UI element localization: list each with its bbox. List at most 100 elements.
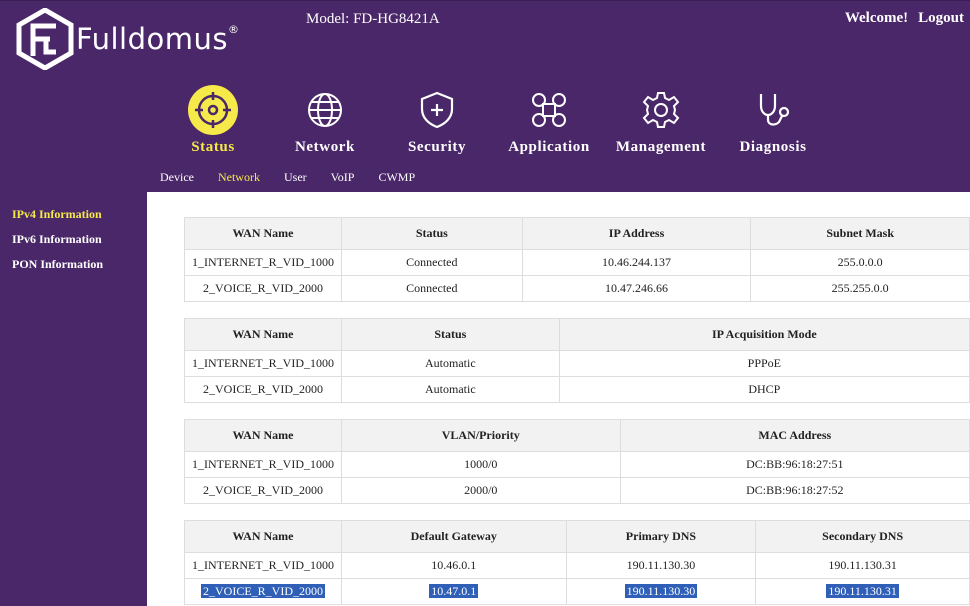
nav-label: Status xyxy=(191,139,235,155)
column-header: IP Address xyxy=(521,217,752,250)
table-row: 2_VOICE_R_VID_2000 Automatic DHCP xyxy=(184,376,970,403)
column-header: WAN Name xyxy=(184,217,342,250)
table-row: 2_VOICE_R_VID_2000 Connected 10.47.246.6… xyxy=(184,275,970,302)
table-row: 2_VOICE_R_VID_2000 2000/0 DC:BB:96:18:27… xyxy=(184,477,970,504)
nav-network[interactable]: Network xyxy=(269,85,381,156)
status-icon xyxy=(188,85,238,135)
table-cell: 1000/0 xyxy=(340,451,621,478)
selected-text: 10.47.0.1 xyxy=(429,584,479,598)
table-row: 1_INTERNET_R_VID_1000 Connected 10.46.24… xyxy=(184,249,970,276)
fulldomus-logo-icon xyxy=(16,8,74,70)
table-row: 1_INTERNET_R_VID_1000 10.46.0.1 190.11.1… xyxy=(184,552,970,579)
table-cell: Automatic xyxy=(340,376,560,403)
table-cell: 190.11.130.31 xyxy=(755,552,970,579)
table-cell: DHCP xyxy=(558,376,970,403)
column-header: Subnet Mask xyxy=(750,217,970,250)
subnav-device[interactable]: Device xyxy=(160,170,194,185)
nav-label: Network xyxy=(294,139,356,155)
logout-link[interactable]: Logout xyxy=(918,10,964,27)
column-header: Secondary DNS xyxy=(755,520,970,553)
stethoscope-icon xyxy=(748,85,798,135)
column-header: WAN Name xyxy=(184,318,342,351)
user-area: Welcome! Logout xyxy=(845,10,964,27)
welcome-text: Welcome! xyxy=(844,10,909,26)
acquisition-mode-table: WAN Name Status IP Acquisition Mode 1_IN… xyxy=(184,318,970,403)
column-header: VLAN/Priority xyxy=(340,419,621,452)
column-header: IP Acquisition Mode xyxy=(558,318,970,351)
table-header: WAN Name Status IP Address Subnet Mask xyxy=(184,217,970,250)
column-header: WAN Name xyxy=(184,520,342,553)
gear-icon xyxy=(636,85,686,135)
main-nav: Status Network Security Application Mana… xyxy=(157,85,829,156)
column-header: MAC Address xyxy=(619,419,970,452)
table-cell: 10.47.246.66 xyxy=(521,275,752,302)
table-cell: PPPoE xyxy=(558,350,970,377)
subnav-cwmp[interactable]: CWMP xyxy=(378,170,415,185)
table-cell: 190.11.130.30 xyxy=(565,552,757,579)
sidebar-item-pon[interactable]: PON Information xyxy=(12,257,103,272)
table-row: 1_INTERNET_R_VID_1000 Automatic PPPoE xyxy=(184,350,970,377)
content-area: WAN Name Status IP Address Subnet Mask 1… xyxy=(147,192,970,606)
brand-name: Fulldomus xyxy=(76,22,228,56)
sidebar-item-ipv4[interactable]: IPv4 Information xyxy=(12,207,102,222)
nav-status[interactable]: Status xyxy=(157,85,269,156)
column-header: Primary DNS xyxy=(565,520,757,553)
table-cell-wrap: 190.11.130.31 xyxy=(755,578,970,605)
gateway-dns-table: WAN Name Default Gateway Primary DNS Sec… xyxy=(184,520,970,605)
table-cell: 1_INTERNET_R_VID_1000 xyxy=(184,350,342,377)
table-cell: 2_VOICE_R_VID_2000 xyxy=(184,477,342,504)
table-cell: 10.46.0.1 xyxy=(340,552,567,579)
registered-mark: ® xyxy=(227,22,239,36)
subnav-network[interactable]: Network xyxy=(218,170,260,185)
subnav-voip[interactable]: VoIP xyxy=(331,170,355,185)
table-cell: DC:BB:96:18:27:52 xyxy=(619,477,970,504)
shield-icon xyxy=(412,85,462,135)
table-cell: 255.0.0.0 xyxy=(750,249,970,276)
table-cell: 1_INTERNET_R_VID_1000 xyxy=(184,451,342,478)
apps-icon xyxy=(524,85,574,135)
table-cell: 255.255.0.0 xyxy=(750,275,970,302)
subnav-user[interactable]: User xyxy=(284,170,307,185)
table-cell: 2000/0 xyxy=(340,477,621,504)
column-header: WAN Name xyxy=(184,419,342,452)
table-cell: 1_INTERNET_R_VID_1000 xyxy=(184,552,342,579)
selected-text: 2_VOICE_R_VID_2000 xyxy=(200,584,325,598)
table-row: 1_INTERNET_R_VID_1000 1000/0 DC:BB:96:18… xyxy=(184,451,970,478)
table-cell: 2_VOICE_R_VID_2000 xyxy=(184,275,342,302)
table-row: 2_VOICE_R_VID_2000 10.47.0.1 190.11.130.… xyxy=(184,578,970,605)
column-header: Default Gateway xyxy=(340,520,567,553)
nav-label: Management xyxy=(615,139,707,155)
model-label: Model: FD-HG8421A xyxy=(306,11,440,27)
sub-nav: Device Network User VoIP CWMP xyxy=(160,170,439,185)
table-header: WAN Name Default Gateway Primary DNS Sec… xyxy=(184,520,970,553)
brand-logo[interactable]: Fulldomus ® xyxy=(16,8,239,70)
table-cell-wrap: 2_VOICE_R_VID_2000 xyxy=(184,578,342,605)
sidebar: IPv4 Information IPv6 Information PON In… xyxy=(0,192,147,606)
table-cell: 1_INTERNET_R_VID_1000 xyxy=(184,249,342,276)
nav-label: Security xyxy=(407,139,467,155)
table-header: WAN Name Status IP Acquisition Mode xyxy=(184,318,970,351)
table-cell: 10.46.244.137 xyxy=(521,249,752,276)
table-cell-wrap: 10.47.0.1 xyxy=(340,578,567,605)
table-cell: Automatic xyxy=(340,350,560,377)
sidebar-item-ipv6[interactable]: IPv6 Information xyxy=(12,232,102,247)
table-header: WAN Name VLAN/Priority MAC Address xyxy=(184,419,970,452)
table-cell-wrap: 190.11.130.30 xyxy=(565,578,757,605)
ip-address-table: WAN Name Status IP Address Subnet Mask 1… xyxy=(184,217,970,302)
nav-application[interactable]: Application xyxy=(493,85,605,156)
selected-text: 190.11.130.31 xyxy=(826,584,899,598)
nav-diagnosis[interactable]: Diagnosis xyxy=(717,85,829,156)
table-cell: Connected xyxy=(340,275,523,302)
nav-label: Application xyxy=(508,139,590,155)
nav-management[interactable]: Management xyxy=(605,85,717,156)
header: Fulldomus ® Model: FD-HG8421A Welcome! L… xyxy=(0,0,970,192)
nav-label: Diagnosis xyxy=(739,139,807,155)
nav-security[interactable]: Security xyxy=(381,85,493,156)
selected-text: 190.11.130.30 xyxy=(624,584,698,598)
table-cell: DC:BB:96:18:27:51 xyxy=(619,451,970,478)
globe-icon xyxy=(300,85,350,135)
table-cell: 2_VOICE_R_VID_2000 xyxy=(184,376,342,403)
table-cell: Connected xyxy=(340,249,523,276)
column-header: Status xyxy=(340,318,560,351)
vlan-mac-table: WAN Name VLAN/Priority MAC Address 1_INT… xyxy=(184,419,970,504)
